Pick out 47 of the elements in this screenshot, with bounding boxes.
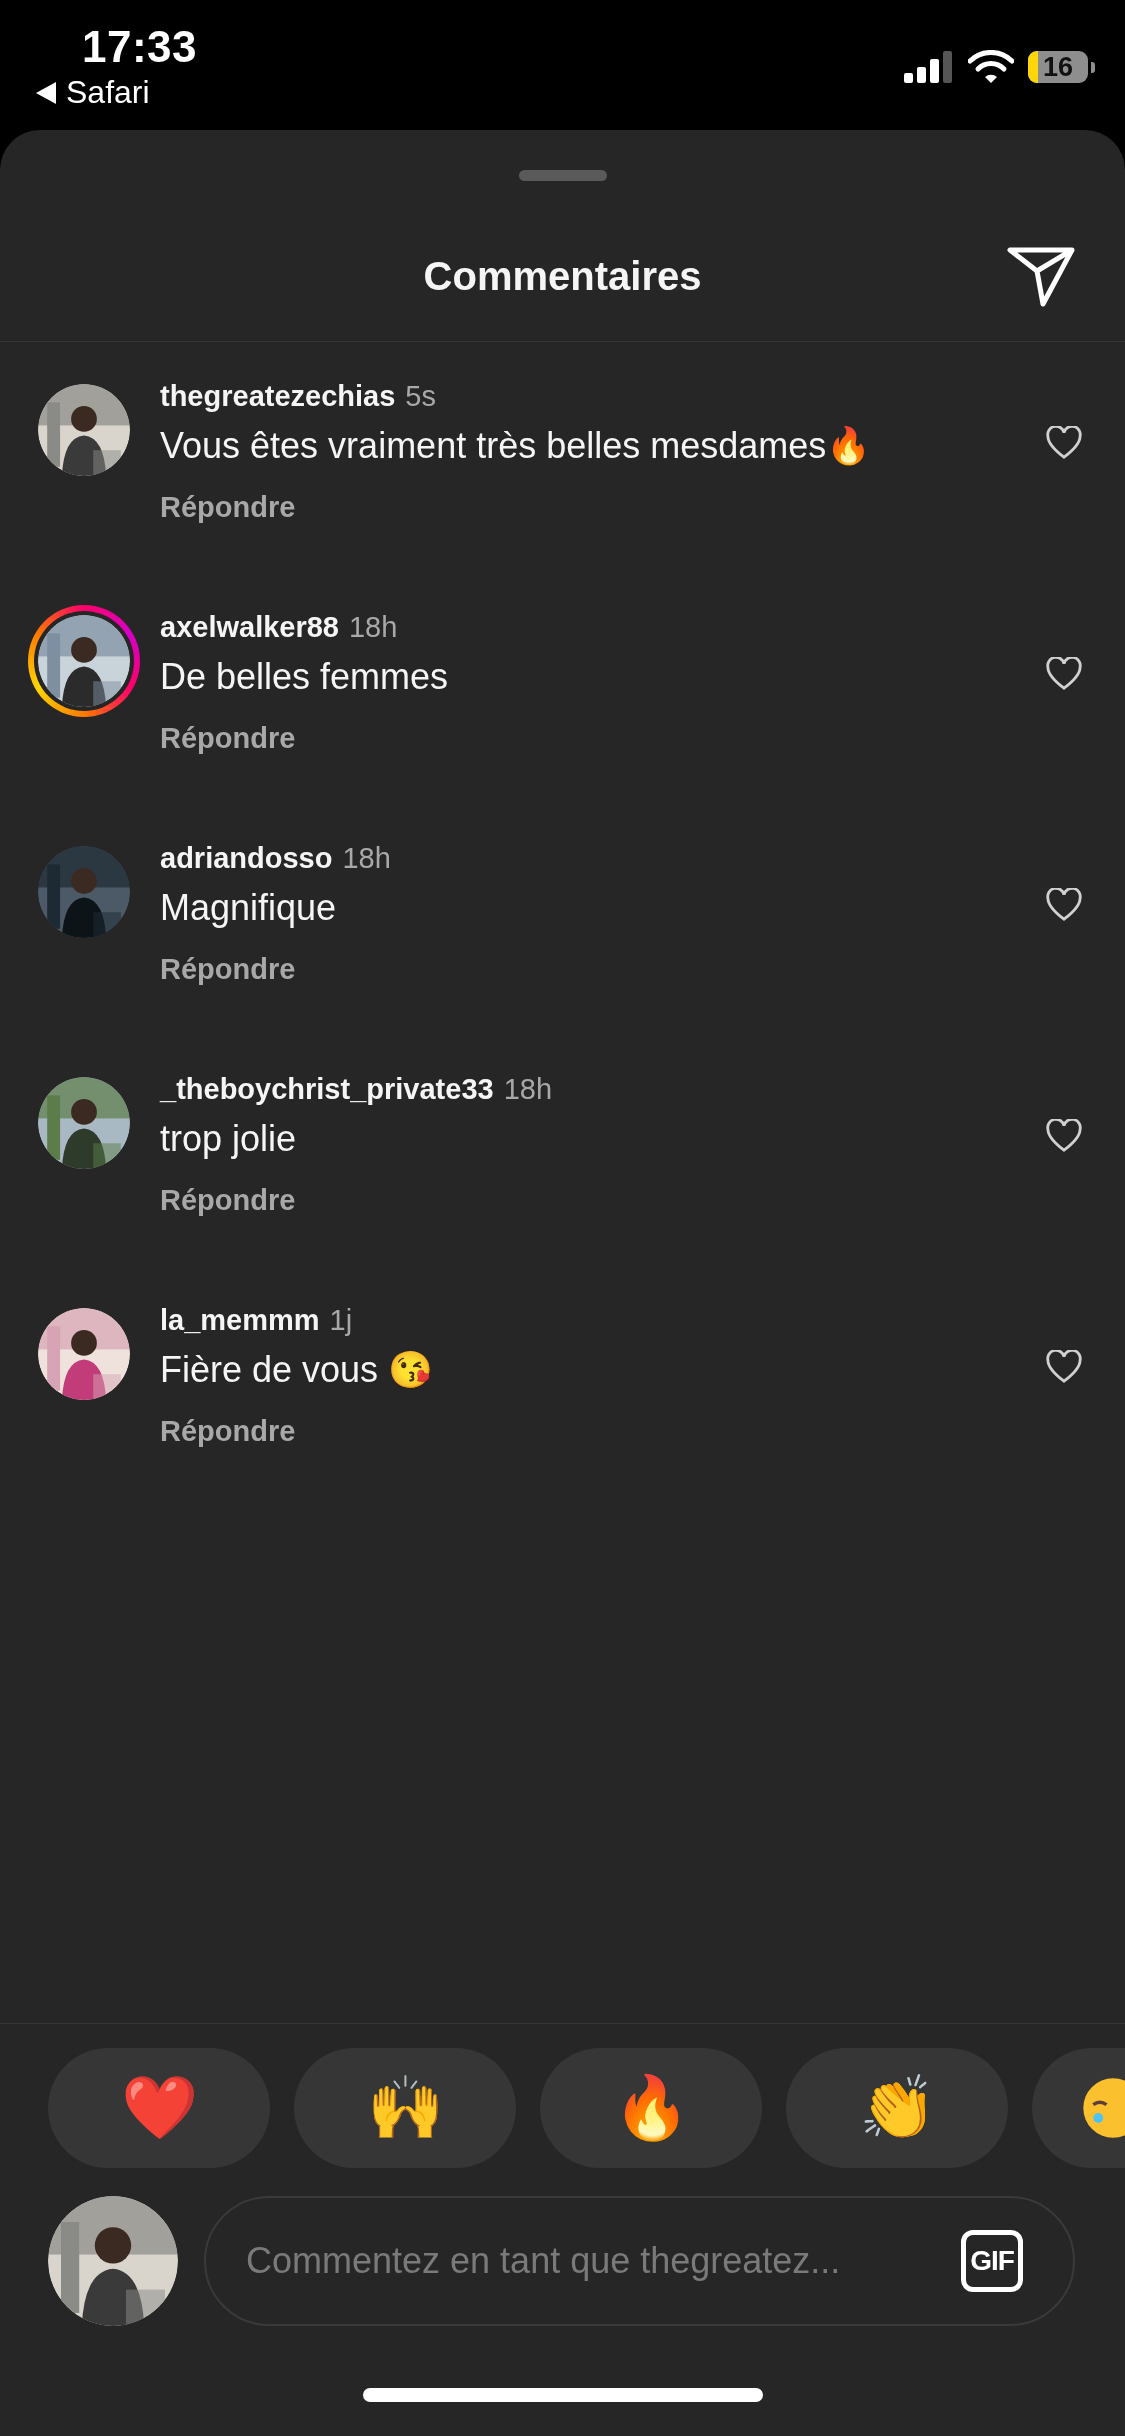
reaction-button[interactable]: 🙌 [294,2048,516,2168]
like-button[interactable] [1045,657,1083,691]
like-button[interactable] [1045,1119,1083,1153]
share-button[interactable] [1007,247,1075,307]
reaction-button[interactable]: 🔥 [540,2048,762,2168]
cellular-signal-icon [904,51,954,83]
reply-button[interactable]: Répondre [160,491,296,524]
comment-text: Vous êtes vraiment très belles mesdames🔥 [160,425,872,467]
comment-username[interactable]: axelwalker88 [160,611,339,644]
gif-button[interactable]: GIF [961,2230,1023,2292]
heart-outline-icon [1045,657,1083,691]
comment-text: trop jolie [160,1118,297,1160]
comment-time: 18h [503,1073,553,1106]
reaction-button[interactable]: ❤ [48,2048,270,2168]
comment-time: 18h [342,842,391,875]
back-triangle-icon [36,81,56,104]
face-icon [1080,2075,1125,2141]
comment-time: 5s [405,380,436,413]
drag-handle[interactable] [518,170,607,181]
reaction-button[interactable] [1032,2048,1125,2168]
paper-plane-icon [1007,247,1075,307]
comment-time: 18h [349,611,398,644]
like-button[interactable] [1045,888,1083,922]
reply-button[interactable]: Répondre [160,953,296,986]
heart-outline-icon [1045,426,1083,460]
comment-username[interactable]: thegreatezechias [160,380,396,413]
reply-button[interactable]: Répondre [160,1415,296,1448]
like-button[interactable] [1045,1350,1083,1384]
comment-username[interactable]: _theboychrist_private33 [160,1073,494,1106]
comment-username[interactable]: adriandosso [160,842,333,875]
comment-input-field[interactable]: Commentez en tant que thegreatez... GIF [204,2196,1075,2326]
wifi-icon [968,50,1014,84]
heart-outline-icon [1045,888,1083,922]
reply-button[interactable]: Répondre [160,1184,296,1217]
comment-text: Magnifique [160,887,337,929]
reaction-button[interactable]: 👏 [786,2048,1008,2168]
status-time: 17:33 [82,22,198,72]
comment-text: De belles femmes [160,656,449,698]
heart-outline-icon [1045,1119,1083,1153]
comment-username[interactable]: la_memmm [160,1304,320,1337]
sheet-title: Commentaires [423,253,702,299]
comment-text: Fière de vous 😘 [160,1349,434,1391]
like-button[interactable] [1045,426,1083,460]
heart-outline-icon [1045,1350,1083,1384]
back-to-app-link[interactable]: Safari [66,74,150,111]
reply-button[interactable]: Répondre [160,722,296,755]
comment-time: 1j [329,1304,353,1337]
